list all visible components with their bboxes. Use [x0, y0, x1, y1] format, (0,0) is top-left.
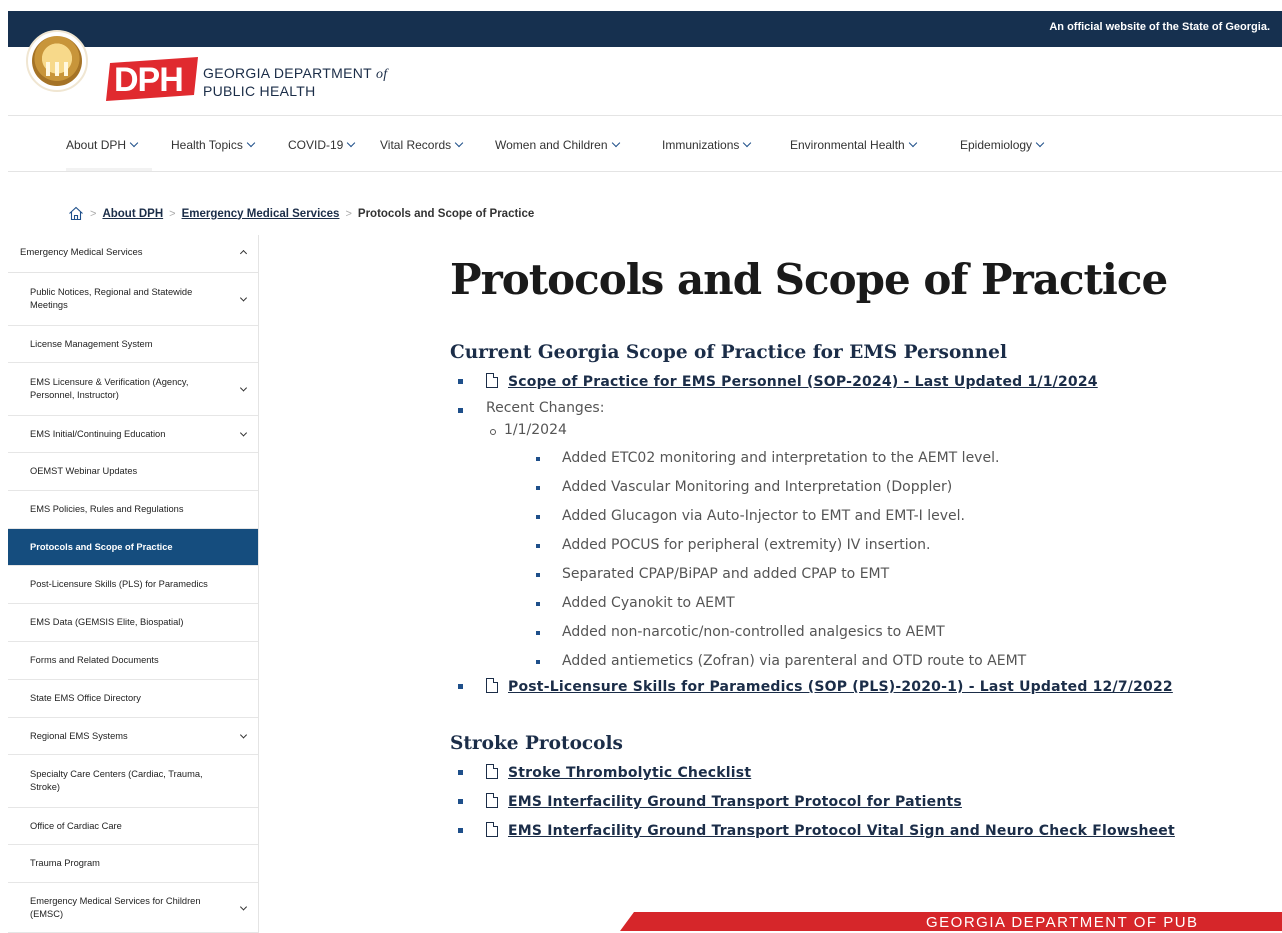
document-icon [486, 792, 499, 808]
breadcrumb-separator: > [345, 207, 352, 220]
breadcrumb-about-dph[interactable]: About DPH [102, 208, 163, 220]
sidebar-heading[interactable]: Emergency Medical Services [8, 235, 258, 273]
dph-logo-text: DPH [114, 61, 183, 99]
sidebar-item-education[interactable]: EMS Initial/Continuing Education [8, 416, 258, 453]
scope-list: Scope of Practice for EMS Personnel (SOP… [450, 371, 1282, 705]
document-icon [486, 821, 499, 837]
change-item: Separated CPAP/BiPAP and added CPAP to E… [486, 560, 1282, 589]
nav-vital-records[interactable]: Vital Records [380, 138, 464, 152]
sidebar-item-ems-data[interactable]: EMS Data (GEMSIS Elite, Biospatial) [8, 604, 258, 642]
page-title: Protocols and Scope of Practice [450, 255, 1168, 304]
changes-list: Added ETC02 monitoring and interpretatio… [486, 444, 1282, 676]
nav-health-topics[interactable]: Health Topics [171, 138, 256, 152]
vital-sign-flowsheet-link[interactable]: EMS Interfacility Ground Transport Proto… [508, 823, 1175, 839]
chevron-down-icon [239, 294, 248, 302]
nav-about-dph[interactable]: About DPH [66, 138, 139, 152]
breadcrumb-current: Protocols and Scope of Practice [357, 207, 535, 220]
change-item: Added Cyanokit to AEMT [486, 589, 1282, 618]
chevron-down-icon [347, 138, 356, 148]
chevron-down-icon [611, 138, 620, 148]
sidebar-item-forms[interactable]: Forms and Related Documents [8, 642, 258, 680]
sidebar-item-post-licensure[interactable]: Post-Licensure Skills (PLS) for Paramedi… [8, 566, 258, 604]
sidebar-item-license-management[interactable]: License Management System [8, 326, 258, 363]
sidebar-item-cardiac-care[interactable]: Office of Cardiac Care [8, 808, 258, 845]
transport-protocol-link[interactable]: EMS Interfacility Ground Transport Proto… [508, 794, 962, 810]
list-item: Recent Changes: 1/1/2024 Added ETC02 mon… [458, 400, 1282, 676]
sop-2024-link[interactable]: Scope of Practice for EMS Personnel (SOP… [508, 374, 1098, 390]
chevron-down-icon [239, 731, 248, 739]
dph-logo[interactable]: DPH [104, 57, 198, 101]
chevron-up-icon [239, 249, 248, 258]
document-icon [486, 677, 499, 693]
org-name-of: of [375, 67, 388, 82]
list-item: EMS Interfacility Ground Transport Proto… [458, 820, 1282, 849]
chevron-down-icon [239, 429, 248, 437]
recent-changes-label: Recent Changes: [486, 400, 605, 416]
chevron-down-icon [908, 138, 917, 148]
change-item: Added Glucagon via Auto-Injector to EMT … [486, 502, 1282, 531]
main-nav: About DPH Health Topics COVID-19 Vital R… [8, 115, 1282, 172]
org-name-line1: GEORGIA DEPARTMENT [203, 65, 372, 81]
change-item: Added ETC02 monitoring and interpretatio… [486, 444, 1282, 473]
nav-immunizations[interactable]: Immunizations [662, 138, 752, 152]
chevron-down-icon [239, 902, 248, 911]
home-icon[interactable] [68, 206, 84, 221]
chevron-down-icon [454, 138, 464, 148]
list-item: Scope of Practice for EMS Personnel (SOP… [458, 371, 1282, 400]
nav-environmental-health[interactable]: Environmental Health [790, 138, 917, 152]
stroke-list: Stroke Thrombolytic Checklist EMS Interf… [450, 762, 1282, 849]
top-strip [0, 0, 1282, 11]
breadcrumb-ems[interactable]: Emergency Medical Services [182, 208, 340, 220]
breadcrumb: > About DPH > Emergency Medical Services… [68, 206, 534, 221]
sidebar-item-policies[interactable]: EMS Policies, Rules and Regulations [8, 491, 258, 529]
list-item: EMS Interfacility Ground Transport Proto… [458, 791, 1282, 820]
change-item: Added antiemetics (Zofran) via parentera… [486, 647, 1282, 676]
org-name[interactable]: GEORGIA DEPARTMENT of PUBLIC HEALTH [203, 65, 387, 99]
chevron-down-icon [239, 384, 248, 392]
breadcrumb-separator: > [169, 207, 176, 220]
nav-women-and-children[interactable]: Women and Children [495, 138, 620, 152]
official-site-text: An official website of the State of Geor… [1049, 21, 1270, 33]
site-header: DPH GEORGIA DEPARTMENT of PUBLIC HEALTH [8, 30, 1282, 115]
changes-date: 1/1/2024 [486, 422, 1282, 438]
pls-link[interactable]: Post-Licensure Skills for Paramedics (SO… [508, 679, 1173, 695]
org-name-line2: PUBLIC HEALTH [203, 83, 316, 99]
chevron-down-icon [129, 138, 139, 148]
sidebar-item-protocols[interactable]: Protocols and Scope of Practice [8, 529, 258, 566]
sidebar-item-regional-systems[interactable]: Regional EMS Systems [8, 718, 258, 755]
nav-covid-19[interactable]: COVID-19 [288, 138, 356, 152]
sidebar-item-specialty-care[interactable]: Specialty Care Centers (Cardiac, Trauma,… [8, 755, 258, 808]
sidebar-item-trauma-program[interactable]: Trauma Program [8, 845, 258, 883]
nav-epidemiology[interactable]: Epidemiology [960, 138, 1045, 152]
chevron-down-icon [1035, 138, 1045, 148]
sidebar-item-directory[interactable]: State EMS Office Directory [8, 680, 258, 718]
chevron-down-icon [246, 138, 256, 148]
footer-banner-text: GEORGIA DEPARTMENT OF PUB [926, 914, 1199, 931]
sidebar-item-licensure-verification[interactable]: EMS Licensure & Verification (Agency, Pe… [8, 363, 258, 416]
section-sidebar: Emergency Medical Services Public Notice… [8, 235, 259, 933]
chevron-down-icon [743, 138, 752, 148]
sidebar-item-public-notices[interactable]: Public Notices, Regional and Statewide M… [8, 273, 258, 326]
section-heading-scope: Current Georgia Scope of Practice for EM… [450, 342, 1007, 363]
official-site-banner: An official website of the State of Geor… [8, 11, 1282, 47]
breadcrumb-separator: > [90, 207, 97, 220]
change-item: Added non-narcotic/non-controlled analge… [486, 618, 1282, 647]
section-heading-stroke: Stroke Protocols [450, 733, 623, 754]
sidebar-item-emsc[interactable]: Emergency Medical Services for Children … [8, 883, 258, 933]
nav-active-indicator [66, 168, 152, 171]
stroke-checklist-link[interactable]: Stroke Thrombolytic Checklist [508, 765, 751, 781]
change-item: Added Vascular Monitoring and Interpreta… [486, 473, 1282, 502]
change-item: Added POCUS for peripheral (extremity) I… [486, 531, 1282, 560]
document-icon [486, 372, 499, 388]
list-item: Post-Licensure Skills for Paramedics (SO… [458, 676, 1282, 705]
footer-banner: GEORGIA DEPARTMENT OF PUB [620, 912, 1282, 931]
state-seal-logo[interactable] [26, 30, 88, 92]
main-content: Protocols and Scope of Practice Current … [450, 255, 1282, 849]
sidebar-item-webinar-updates[interactable]: OEMST Webinar Updates [8, 453, 258, 491]
list-item: Stroke Thrombolytic Checklist [458, 762, 1282, 791]
document-icon [486, 763, 499, 779]
